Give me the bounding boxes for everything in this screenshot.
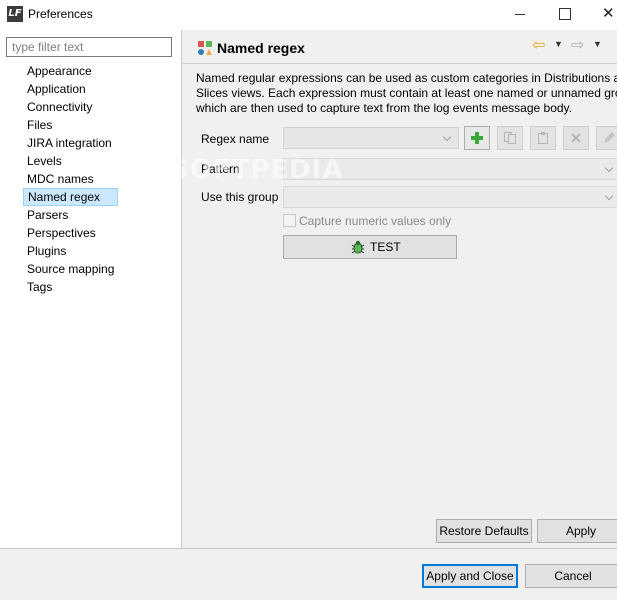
copy-icon: [504, 132, 516, 144]
back-arrow-icon[interactable]: ⇦: [532, 38, 550, 54]
use-group-combo[interactable]: [283, 186, 617, 208]
capture-numeric-label: Capture numeric values only: [299, 214, 452, 228]
delete-regex-button[interactable]: [563, 126, 589, 150]
maximize-button[interactable]: [543, 3, 583, 25]
edit-icon: [604, 132, 615, 143]
use-group-label: Use this group: [201, 190, 279, 204]
minimize-button[interactable]: [496, 3, 536, 25]
tree-item-plugins[interactable]: Plugins: [23, 242, 118, 260]
add-icon: [471, 132, 483, 144]
rename-regex-button[interactable]: [596, 126, 617, 150]
tree-item-jira-integration[interactable]: JIRA integration: [23, 134, 118, 152]
pattern-label: Pattern: [201, 162, 240, 176]
tree-item-source-mapping[interactable]: Source mapping: [23, 260, 118, 278]
tree-item-application[interactable]: Application: [23, 80, 118, 98]
add-regex-button[interactable]: [464, 126, 490, 150]
close-icon: ✕: [602, 5, 615, 22]
test-button[interactable]: TEST: [283, 235, 457, 259]
view-menu-icon[interactable]: ⋮: [611, 38, 617, 54]
test-label: TEST: [370, 240, 401, 254]
close-button[interactable]: ✕: [590, 3, 617, 25]
tree-item-connectivity[interactable]: Connectivity: [23, 98, 118, 116]
description-line: Named regular expressions can be used as…: [196, 71, 617, 85]
title-bar: LF Preferences ✕: [0, 0, 617, 30]
named-regex-icon: [198, 41, 212, 55]
back-dropdown-icon[interactable]: ▼: [554, 39, 563, 49]
tree-item-tags[interactable]: Tags: [23, 278, 118, 296]
paste-regex-button[interactable]: [530, 126, 556, 150]
delete-icon: [571, 133, 581, 143]
tree-item-perspectives[interactable]: Perspectives: [23, 224, 118, 242]
description-line: which are then used to capture text from…: [196, 101, 572, 115]
restore-defaults-button[interactable]: Restore Defaults: [436, 519, 532, 543]
filter-input[interactable]: [6, 37, 172, 57]
pattern-field[interactable]: [283, 158, 617, 180]
preference-page: Named regex ⇦ ▼ ⇨ ▼ ⋮ Named regular expr…: [183, 30, 617, 548]
page-title: Named regex: [217, 40, 305, 56]
paste-icon: [538, 132, 548, 144]
preferences-navigation: Appearance Application Connectivity File…: [0, 30, 182, 548]
bug-icon: [351, 240, 365, 254]
tree-item-files[interactable]: Files: [23, 116, 118, 134]
description-line: Slices views. Each expression must conta…: [196, 86, 617, 100]
forward-dropdown-icon[interactable]: ▼: [593, 39, 602, 49]
dialog-button-bar: Apply and Close Cancel: [0, 548, 617, 600]
preferences-tree: Appearance Application Connectivity File…: [23, 62, 119, 296]
page-header: Named regex ⇦ ▼ ⇨ ▼ ⋮: [183, 30, 617, 64]
cancel-button[interactable]: Cancel: [525, 564, 617, 588]
apply-button[interactable]: Apply: [537, 519, 617, 543]
tree-item-named-regex[interactable]: Named regex: [23, 188, 119, 206]
apply-and-close-button[interactable]: Apply and Close: [422, 564, 518, 588]
regex-name-combo[interactable]: [283, 127, 459, 149]
forward-arrow-icon[interactable]: ⇨: [571, 38, 589, 54]
regex-name-label: Regex name: [201, 132, 270, 146]
capture-numeric-checkbox[interactable]: [283, 214, 296, 227]
tree-item-mdc-names[interactable]: MDC names: [23, 170, 118, 188]
tree-item-parsers[interactable]: Parsers: [23, 206, 118, 224]
copy-regex-button[interactable]: [497, 126, 523, 150]
tree-item-appearance[interactable]: Appearance: [23, 62, 118, 80]
tree-item-levels[interactable]: Levels: [23, 152, 118, 170]
page-description: Named regular expressions can be used as…: [196, 71, 617, 116]
app-logo-icon: LF: [7, 6, 23, 22]
window-title: Preferences: [28, 7, 93, 21]
